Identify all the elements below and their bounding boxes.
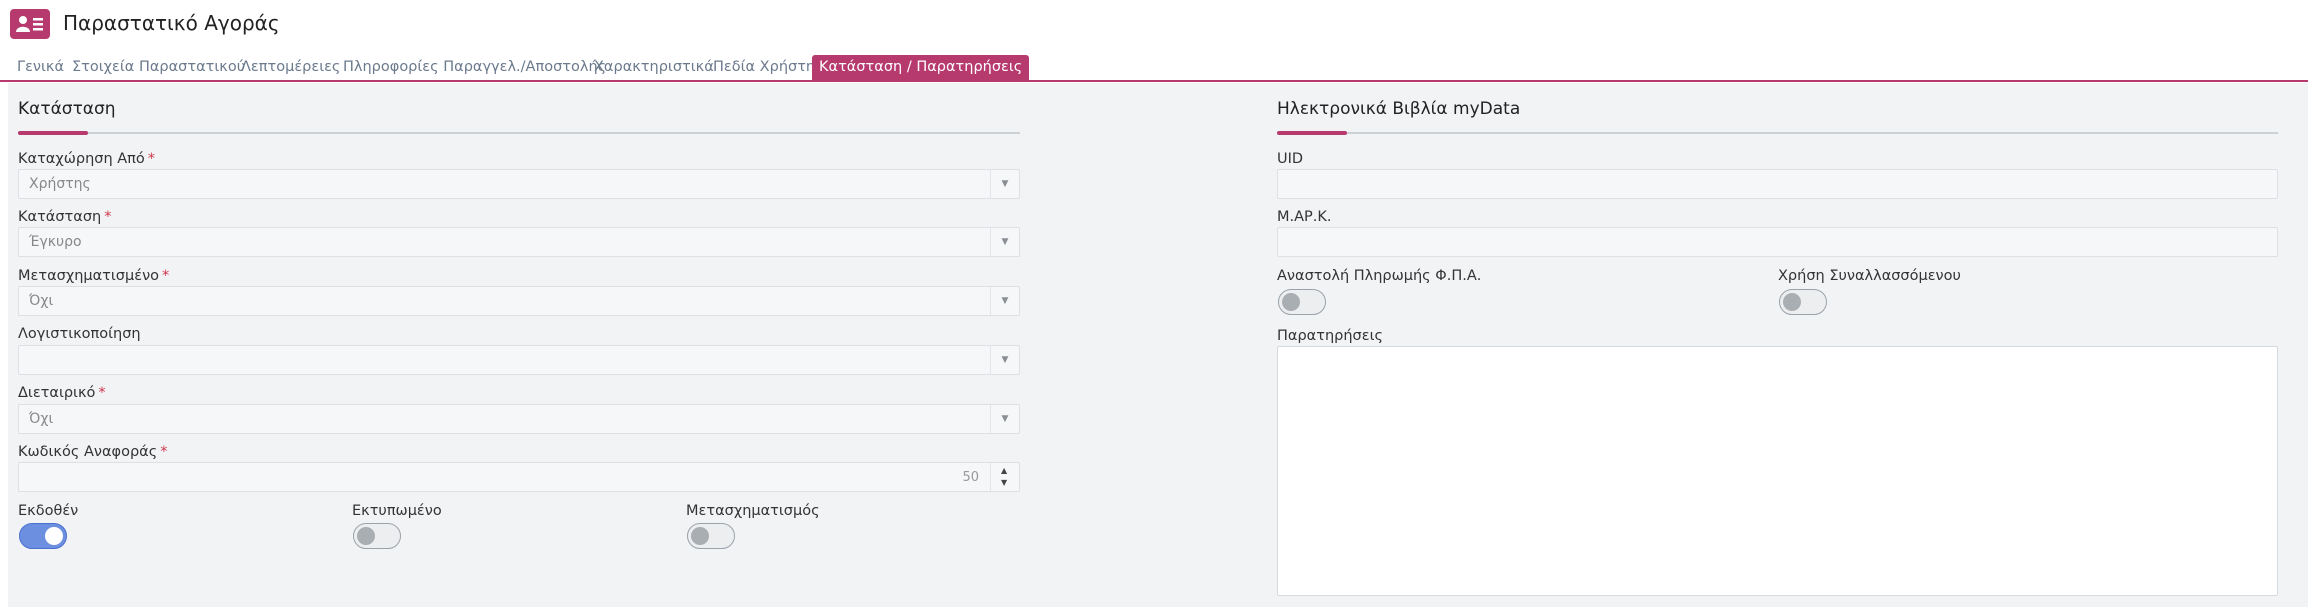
- section-accent: [18, 131, 88, 135]
- counterparty-use-label: Χρήση Συναλλασσόμενου: [1778, 268, 1961, 284]
- accounting-label: Λογιστικοποίηση: [18, 326, 141, 342]
- tab-bar: Γενικά Στοιχεία Παραστατικού Λεπτομέρειε…: [0, 55, 2308, 82]
- page-header: Παραστατικό Αγοράς: [0, 0, 2308, 52]
- transformation-label: Μετασχηματισμός: [686, 503, 820, 519]
- chevron-down-icon: ▼: [990, 346, 1019, 374]
- accounting-select[interactable]: ▼: [18, 345, 1020, 375]
- notes-textarea[interactable]: [1277, 346, 2278, 596]
- uid-field[interactable]: [1277, 169, 2278, 199]
- tab-status-notes[interactable]: Κατάσταση / Παρατηρήσεις: [812, 55, 1030, 80]
- uid-label: UID: [1277, 151, 1304, 167]
- interbranch-label: Διεταιρικό *: [18, 385, 106, 401]
- chevron-down-icon: ▼: [990, 170, 1019, 198]
- mydata-section-title: Ηλεκτρονικά Βιβλία myData: [1277, 99, 1521, 119]
- registered-by-label: Καταχώρηση Από *: [18, 151, 156, 167]
- tab-user-fields[interactable]: Πεδία Χρήστη: [713, 55, 815, 80]
- vat-suspension-label: Αναστολή Πληρωμής Φ.Π.Α.: [1277, 268, 1482, 284]
- counterparty-use-toggle[interactable]: [1779, 289, 1827, 315]
- transformed-label: Μετασχηματισμένο *: [18, 268, 170, 284]
- vat-suspension-toggle[interactable]: [1278, 289, 1326, 315]
- stepper-arrows-icon[interactable]: ▲ ▼: [990, 463, 1019, 491]
- reference-code-stepper[interactable]: 50 ▲ ▼: [18, 462, 1020, 492]
- interbranch-select[interactable]: Όχι ▼: [18, 404, 1020, 434]
- chevron-down-icon: ▼: [990, 405, 1019, 433]
- tab-characteristics[interactable]: Χαρακτηριστικά: [594, 55, 714, 80]
- tab-order-shipping-info[interactable]: Πληροφορίες Παραγγελ./Αποστολής: [343, 55, 606, 80]
- section-accent: [1277, 131, 1347, 135]
- section-divider: [1277, 132, 2278, 134]
- notes-label: Παρατηρήσεις: [1277, 328, 1383, 344]
- reference-code-label: Κωδικός Αναφοράς *: [18, 444, 168, 460]
- transformed-select[interactable]: Όχι ▼: [18, 286, 1020, 316]
- issued-toggle[interactable]: [19, 523, 67, 549]
- chevron-down-icon: ▼: [990, 287, 1019, 315]
- transformation-toggle[interactable]: [687, 523, 735, 549]
- section-divider: [18, 132, 1020, 134]
- printed-toggle[interactable]: [353, 523, 401, 549]
- tab-details[interactable]: Λεπτομέρειες: [241, 55, 340, 80]
- issued-label: Εκδοθέν: [18, 503, 79, 519]
- tab-document-details[interactable]: Στοιχεία Παραστατικού: [72, 55, 245, 80]
- registered-by-select[interactable]: Χρήστης ▼: [18, 169, 1020, 199]
- chevron-down-icon: ▼: [990, 228, 1019, 256]
- mark-field[interactable]: [1277, 227, 2278, 257]
- status-section-title: Κατάσταση: [18, 99, 116, 119]
- printed-label: Εκτυπωμένο: [352, 503, 442, 519]
- page-title: Παραστατικό Αγοράς: [63, 11, 280, 35]
- contact-card-icon: [10, 9, 50, 39]
- status-label: Κατάσταση *: [18, 209, 112, 225]
- status-select[interactable]: Έγκυρο ▼: [18, 227, 1020, 257]
- mark-label: Μ.ΑΡ.Κ.: [1277, 209, 1332, 225]
- tab-general[interactable]: Γενικά: [17, 55, 64, 80]
